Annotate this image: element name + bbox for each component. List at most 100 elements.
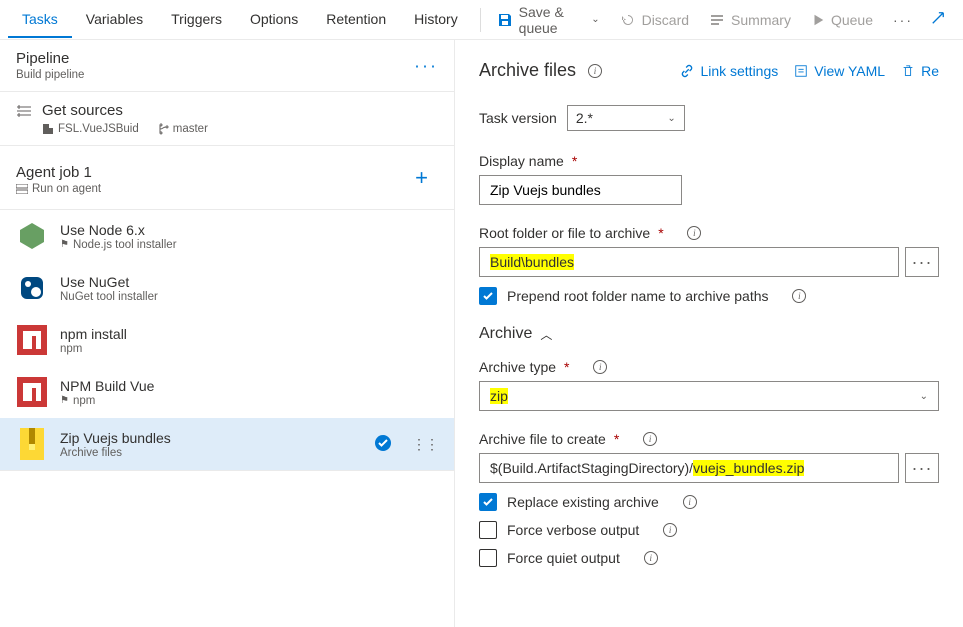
right-header: Archive files i Link settings View YAML … (479, 60, 939, 81)
info-icon[interactable]: i (663, 523, 677, 537)
link-icon (680, 64, 694, 78)
quiet-checkbox[interactable] (479, 549, 497, 567)
task-npm-install[interactable]: npm install npm (0, 314, 454, 366)
info-icon[interactable]: i (792, 289, 806, 303)
task-version-label: Task version (479, 110, 557, 126)
task-type: ⚑Node.js tool installer (60, 239, 177, 251)
nav-tabs: Tasks Variables Triggers Options Retenti… (8, 2, 472, 37)
prepend-label: Prepend root folder name to archive path… (507, 288, 769, 304)
npm-icon (16, 324, 48, 356)
info-icon[interactable]: i (643, 432, 657, 446)
prepend-row[interactable]: Prepend root folder name to archive path… (479, 287, 939, 305)
quiet-row[interactable]: Force quiet output i (479, 549, 939, 567)
flag-icon: ⚑ (60, 239, 69, 250)
info-icon[interactable]: i (683, 495, 697, 509)
archive-type-select[interactable]: zip ⌄ (479, 381, 939, 411)
panel-title: Archive files (479, 60, 576, 81)
info-icon[interactable]: i (644, 551, 658, 565)
archive-icon (16, 428, 48, 460)
tab-history[interactable]: History (400, 2, 472, 37)
summary-icon (709, 12, 725, 28)
remove-link[interactable]: Re (901, 63, 939, 79)
add-task-icon[interactable]: + (415, 165, 428, 191)
agent-job-row[interactable]: Agent job 1 Run on agent + (0, 146, 454, 210)
server-icon (16, 184, 28, 194)
link-settings-link[interactable]: Link settings (680, 63, 778, 79)
flag-icon: ⚑ (60, 395, 69, 406)
right-pane: Archive files i Link settings View YAML … (455, 40, 963, 627)
prepend-checkbox[interactable] (479, 287, 497, 305)
undo-icon (620, 12, 636, 28)
task-npm-build-vue[interactable]: NPM Build Vue ⚑npm (0, 366, 454, 418)
discard-button[interactable]: Discard (612, 8, 697, 32)
task-use-nuget[interactable]: Use NuGet NuGet tool installer (0, 262, 454, 314)
archive-type-label: Archive type (479, 359, 556, 375)
display-name-input[interactable] (479, 175, 682, 205)
root-folder-input[interactable]: Build\bundles (479, 247, 899, 277)
info-icon[interactable]: i (687, 226, 701, 240)
repo-icon (42, 123, 54, 135)
replace-row[interactable]: Replace existing archive i (479, 493, 939, 511)
yaml-icon (794, 64, 808, 78)
grip-icon[interactable]: ⋮⋮ (412, 436, 438, 453)
summary-button[interactable]: Summary (701, 8, 799, 32)
tab-retention[interactable]: Retention (312, 2, 400, 37)
get-sources-row[interactable]: Get sources FSL.VueJSBuid master (0, 92, 454, 146)
task-name: Use NuGet (60, 274, 158, 290)
branch-icon (157, 123, 169, 135)
task-name: NPM Build Vue (60, 378, 154, 394)
pipeline-subtitle: Build pipeline (16, 69, 438, 81)
task-type: npm (60, 343, 127, 355)
browse-button[interactable]: ··· (905, 453, 939, 483)
nuget-icon (16, 272, 48, 304)
info-icon[interactable]: i (593, 360, 607, 374)
pipeline-header[interactable]: Pipeline Build pipeline ··· (0, 40, 454, 92)
sources-meta: FSL.VueJSBuid master (42, 123, 208, 135)
save-icon (497, 12, 513, 28)
task-name: Use Node 6.x (60, 222, 177, 238)
task-type: Archive files (60, 447, 171, 459)
queue-button[interactable]: Queue (803, 8, 881, 32)
pipeline-menu-icon[interactable]: ··· (414, 55, 438, 76)
pipeline-title: Pipeline (16, 50, 438, 67)
more-button[interactable]: ··· (885, 8, 921, 32)
archive-file-label: Archive file to create (479, 431, 606, 447)
tab-options[interactable]: Options (236, 2, 312, 37)
verbose-label: Force verbose output (507, 522, 639, 538)
root-folder-label: Root folder or file to archive (479, 225, 650, 241)
main: Pipeline Build pipeline ··· Get sources … (0, 40, 963, 627)
task-zip-vuejs[interactable]: Zip Vuejs bundles Archive files ⋮⋮ (0, 418, 454, 471)
verbose-checkbox[interactable] (479, 521, 497, 539)
task-version-row: Task version 2.* ⌄ (479, 105, 939, 131)
archive-file-group: Archive file to create * i $(Build.Artif… (479, 431, 939, 567)
npm-icon (16, 376, 48, 408)
expand-icon[interactable] (921, 7, 955, 32)
view-yaml-link[interactable]: View YAML (794, 63, 885, 79)
sources-icon (16, 104, 32, 121)
display-name-label: Display name (479, 153, 564, 169)
check-icon (374, 434, 392, 455)
verbose-row[interactable]: Force verbose output i (479, 521, 939, 539)
tab-triggers[interactable]: Triggers (157, 2, 236, 37)
info-icon[interactable]: i (588, 64, 602, 78)
task-version-select[interactable]: 2.* ⌄ (567, 105, 685, 131)
tab-tasks[interactable]: Tasks (8, 2, 72, 38)
archive-file-input[interactable]: $(Build.ArtifactStagingDirectory)/vuejs_… (479, 453, 899, 483)
quiet-label: Force quiet output (507, 550, 620, 566)
task-name: Zip Vuejs bundles (60, 430, 171, 446)
browse-button[interactable]: ··· (905, 247, 939, 277)
task-type: ⚑npm (60, 395, 154, 407)
replace-label: Replace existing archive (507, 494, 659, 510)
replace-checkbox[interactable] (479, 493, 497, 511)
save-queue-button[interactable]: Save & queue ⌄ (489, 0, 608, 40)
trash-icon (901, 64, 915, 78)
top-actions: Save & queue ⌄ Discard Summary Queue ··· (489, 0, 921, 40)
tab-variables[interactable]: Variables (72, 2, 157, 37)
divider (480, 8, 481, 32)
task-use-node[interactable]: Use Node 6.x ⚑Node.js tool installer (0, 210, 454, 262)
chevron-down-icon: ⌄ (920, 391, 928, 402)
archive-section-header[interactable]: Archive ︿ (479, 325, 939, 343)
agent-subtitle: Run on agent (16, 183, 438, 195)
archive-type-group: Archive type * i zip ⌄ (479, 359, 939, 411)
display-name-group: Display name * (479, 153, 939, 205)
